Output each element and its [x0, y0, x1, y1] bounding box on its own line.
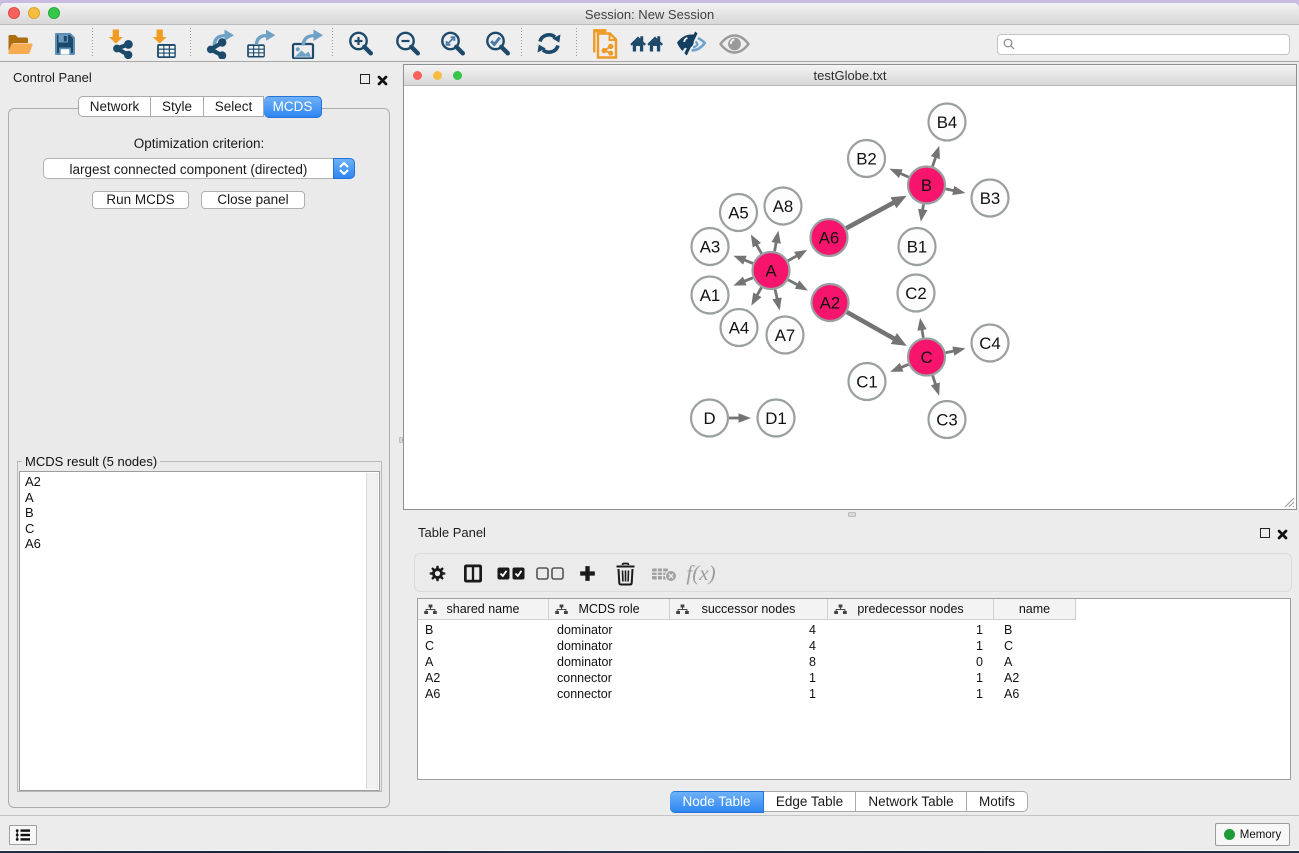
svg-text:A: A [765, 262, 777, 281]
svg-text:C: C [920, 348, 932, 367]
svg-text:A3: A3 [700, 238, 721, 257]
svg-text:B1: B1 [907, 238, 928, 257]
svg-text:B4: B4 [937, 113, 958, 132]
svg-text:D: D [703, 409, 715, 428]
svg-text:B3: B3 [980, 189, 1001, 208]
svg-text:A2: A2 [820, 294, 841, 313]
svg-text:C4: C4 [979, 334, 1000, 353]
svg-text:C1: C1 [856, 373, 877, 392]
svg-text:A8: A8 [773, 197, 794, 216]
svg-text:A6: A6 [819, 229, 840, 248]
svg-text:B: B [921, 176, 932, 195]
svg-text:A4: A4 [729, 319, 750, 338]
svg-text:D1: D1 [765, 409, 786, 428]
svg-text:A1: A1 [700, 286, 721, 305]
svg-text:B2: B2 [856, 150, 877, 169]
svg-text:A7: A7 [775, 326, 796, 345]
svg-text:C2: C2 [905, 284, 926, 303]
svg-text:C3: C3 [936, 411, 957, 430]
svg-text:A5: A5 [728, 204, 749, 223]
